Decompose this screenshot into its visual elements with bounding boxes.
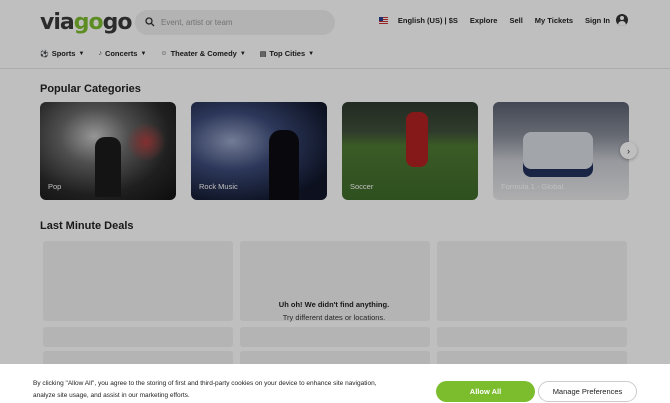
- cookie-overlay: [0, 0, 670, 403]
- cookie-text: By clicking "Allow All", you agree to th…: [33, 380, 377, 399]
- manage-preferences-button[interactable]: Manage Preferences: [538, 381, 637, 402]
- allow-all-button[interactable]: Allow All: [436, 381, 535, 402]
